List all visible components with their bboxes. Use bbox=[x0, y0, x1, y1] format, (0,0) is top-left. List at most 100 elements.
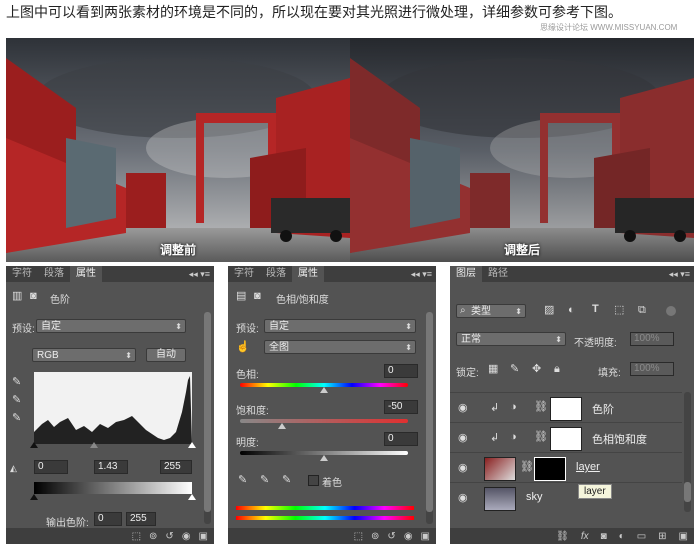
tab-paragraph[interactable]: 段落 bbox=[260, 266, 292, 282]
layer-name[interactable]: sky bbox=[526, 491, 543, 503]
channel-select[interactable]: RGB bbox=[32, 348, 136, 363]
layer-row-levels[interactable]: ◉ ↲ ◑ ⛓ 色阶 bbox=[450, 392, 682, 423]
opacity-field[interactable]: 100% bbox=[630, 332, 674, 346]
output-white-field[interactable]: 255 bbox=[126, 512, 156, 526]
preset-select[interactable]: 自定 bbox=[264, 319, 416, 334]
hue-slider-thumb[interactable] bbox=[320, 387, 328, 393]
clipping-arrow-icon: ↲ bbox=[490, 402, 500, 414]
layers-scrollbar[interactable] bbox=[684, 392, 691, 512]
panel-scrollbar[interactable] bbox=[426, 312, 433, 524]
visibility-icon[interactable]: ◉ bbox=[182, 531, 191, 542]
layer-style-icon[interactable]: fx bbox=[581, 531, 589, 542]
add-mask-icon[interactable]: ◙ bbox=[601, 531, 607, 542]
clip-to-layer-icon[interactable]: ⬚ bbox=[132, 531, 141, 542]
delete-icon[interactable]: ▣ bbox=[199, 531, 208, 542]
clipping-icon[interactable]: ◭ bbox=[10, 462, 17, 474]
input-white-field[interactable]: 255 bbox=[160, 460, 192, 474]
layer-mask-thumbnail[interactable] bbox=[550, 427, 582, 451]
visibility-icon[interactable]: ◉ bbox=[404, 531, 413, 542]
delete-layer-icon[interactable]: ▣ bbox=[679, 531, 688, 542]
blend-mode-select[interactable]: 正常 bbox=[456, 332, 566, 347]
tab-character[interactable]: 字符 bbox=[228, 266, 260, 282]
lock-all-icon[interactable]: 🔒︎ bbox=[554, 363, 560, 375]
tab-paragraph[interactable]: 段落 bbox=[38, 266, 70, 282]
lightness-field[interactable]: 0 bbox=[384, 432, 418, 446]
smart-object-filter-icon[interactable]: ⧉ bbox=[638, 304, 646, 316]
layer-name[interactable]: 色相饱和度 bbox=[592, 431, 647, 447]
gray-eyedropper-icon[interactable]: ✎ bbox=[12, 394, 21, 406]
panel-menu-icon[interactable]: ◂◂ ▾≡ bbox=[411, 266, 432, 282]
saturation-field[interactable]: -50 bbox=[384, 400, 418, 414]
tab-paths[interactable]: 路径 bbox=[482, 266, 514, 282]
view-previous-icon[interactable]: ⊚ bbox=[149, 531, 157, 542]
type-filter-icon[interactable]: T bbox=[592, 303, 599, 315]
tab-properties[interactable]: 属性 bbox=[292, 266, 324, 282]
delete-icon[interactable]: ▣ bbox=[421, 531, 430, 542]
panel-menu-icon[interactable]: ◂◂ ▾≡ bbox=[669, 266, 690, 282]
hue-field[interactable]: 0 bbox=[384, 364, 418, 378]
layer-name[interactable]: 色阶 bbox=[592, 401, 614, 417]
panel-scrollbar[interactable] bbox=[204, 312, 211, 524]
input-black-field[interactable]: 0 bbox=[34, 460, 68, 474]
eye-icon[interactable]: ◉ bbox=[458, 491, 468, 504]
mask-icon[interactable]: ◙ bbox=[254, 290, 261, 302]
chain-link-icon[interactable]: ⛓ bbox=[520, 461, 534, 473]
tab-character[interactable]: 字符 bbox=[6, 266, 38, 282]
input-gamma-field[interactable]: 1.43 bbox=[94, 460, 128, 474]
eyedropper-minus-icon[interactable]: ✎ bbox=[282, 474, 291, 486]
white-eyedropper-icon[interactable]: ✎ bbox=[12, 412, 21, 424]
black-eyedropper-icon[interactable]: ✎ bbox=[12, 376, 21, 388]
layer-name[interactable]: layer bbox=[576, 461, 600, 473]
lightness-slider-thumb[interactable] bbox=[320, 455, 328, 461]
eye-icon[interactable]: ◉ bbox=[458, 461, 468, 474]
auto-button[interactable]: 自动 bbox=[146, 348, 186, 362]
layer-mask-thumbnail[interactable] bbox=[550, 397, 582, 421]
layer-thumbnail[interactable] bbox=[484, 457, 516, 481]
chain-link-icon[interactable]: ⛓ bbox=[534, 431, 548, 443]
reset-icon[interactable]: ↺ bbox=[387, 531, 395, 542]
pixel-filter-icon[interactable]: ▨ bbox=[544, 304, 554, 316]
layer-mask-thumbnail[interactable] bbox=[534, 457, 566, 481]
lock-position-icon[interactable]: ✥ bbox=[532, 363, 541, 375]
panel-menu-icon[interactable]: ◂◂ ▾≡ bbox=[189, 266, 210, 282]
output-black-field[interactable]: 0 bbox=[94, 512, 122, 526]
layer-row-hue-saturation[interactable]: ◉ ↲ ◑ ⛓ 色相饱和度 bbox=[450, 422, 682, 453]
eyedropper-plus-icon[interactable]: ✎ bbox=[260, 474, 269, 486]
lock-image-icon[interactable]: ✎ bbox=[510, 363, 519, 375]
chain-link-icon[interactable]: ⛓ bbox=[534, 401, 548, 413]
saturation-slider-track[interactable] bbox=[240, 419, 408, 423]
output-black-slider[interactable] bbox=[30, 494, 38, 500]
eyedropper-icon[interactable]: ✎ bbox=[238, 474, 247, 486]
lock-transparent-icon[interactable]: ▦ bbox=[488, 363, 498, 375]
tab-layers[interactable]: 图层 bbox=[450, 266, 482, 282]
view-previous-icon[interactable]: ⊚ bbox=[371, 531, 379, 542]
fill-field[interactable]: 100% bbox=[630, 362, 674, 376]
filter-toggle[interactable] bbox=[666, 306, 676, 316]
shape-filter-icon[interactable]: ⬚ bbox=[614, 304, 624, 316]
mask-icon[interactable]: ◙ bbox=[30, 290, 37, 302]
input-white-slider[interactable] bbox=[188, 442, 196, 448]
preset-select[interactable]: 自定 bbox=[36, 319, 186, 334]
targeted-adjustment-icon[interactable]: ☝ bbox=[236, 341, 250, 353]
link-layers-icon[interactable]: ⛓ bbox=[556, 531, 569, 542]
colorize-checkbox[interactable] bbox=[308, 475, 319, 486]
reset-icon[interactable]: ↺ bbox=[165, 531, 173, 542]
tab-properties[interactable]: 属性 bbox=[70, 266, 102, 282]
range-select[interactable]: 全图 bbox=[264, 340, 416, 355]
saturation-slider-thumb[interactable] bbox=[278, 423, 286, 429]
eye-icon[interactable]: ◉ bbox=[458, 401, 468, 414]
output-white-slider[interactable] bbox=[188, 494, 196, 500]
new-adjustment-icon[interactable]: ◐ bbox=[619, 531, 625, 542]
adjustment-filter-icon[interactable]: ◐ bbox=[568, 304, 575, 316]
filter-type-select[interactable]: 类型 bbox=[456, 304, 526, 319]
color-bar-top bbox=[236, 506, 414, 510]
layer-row-layer[interactable]: ◉ ⛓ layer bbox=[450, 452, 682, 483]
new-layer-icon[interactable]: ⊞ bbox=[658, 531, 666, 542]
input-black-slider[interactable] bbox=[30, 442, 38, 448]
new-group-icon[interactable]: ▭ bbox=[637, 531, 646, 542]
layer-thumbnail[interactable] bbox=[484, 487, 516, 511]
input-gamma-slider[interactable] bbox=[90, 442, 98, 448]
layer-row-sky[interactable]: ◉ sky bbox=[450, 482, 682, 513]
eye-icon[interactable]: ◉ bbox=[458, 431, 468, 444]
clip-to-layer-icon[interactable]: ⬚ bbox=[354, 531, 363, 542]
